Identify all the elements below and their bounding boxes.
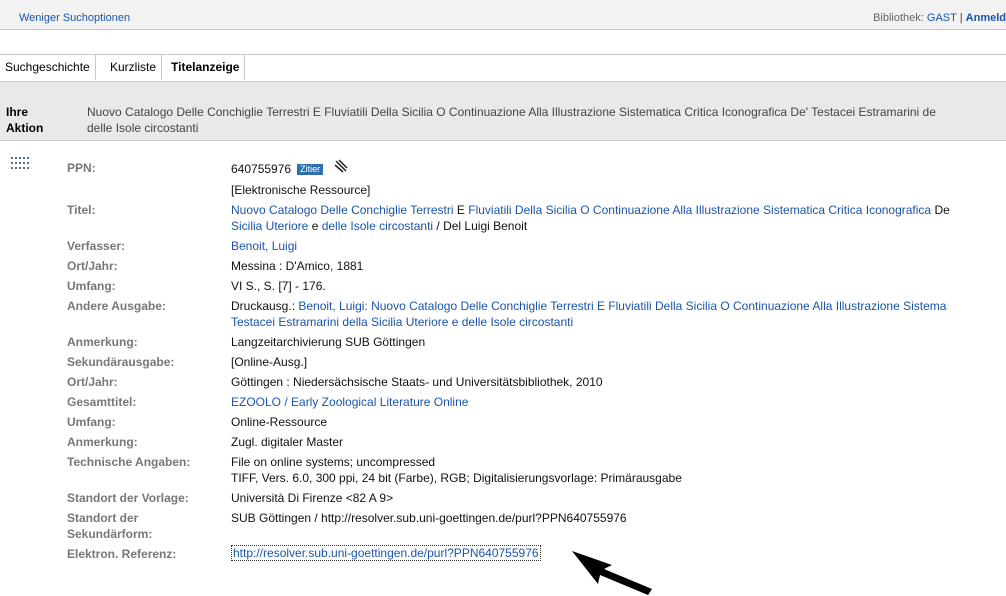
andere-ausgabe-value: Druckausg.: Benoit, Luigi: Nuovo Catalog… [231, 299, 947, 329]
titel-link-2[interactable]: Fluviatili Della Sicilia O Continuazione… [468, 203, 931, 217]
standort-vorlage-label: Standort der Vorlage: [67, 491, 189, 505]
library-info: Bibliothek: GAST | Anmeld [873, 12, 1006, 24]
titel-value: Nuovo Catalogo Delle Conchiglie Terrestr… [231, 203, 950, 233]
anmerkung-value: Langzeitarchivierung SUB Göttingen [231, 335, 426, 349]
cite-button[interactable]: Zitier [297, 164, 324, 175]
ortjahr-value: Messina : D'Amico, 1881 [231, 259, 364, 273]
ppn-value-row: 640755976 Zitier [231, 159, 348, 177]
titel-link-3[interactable]: Sicilia Uteriore [231, 219, 308, 233]
library-label: Bibliothek: [873, 12, 924, 24]
andere-ausgabe-link-2[interactable]: Testacei Estramarini della Sicilia Uteri… [231, 315, 573, 329]
anmerkung-label: Anmerkung: [67, 335, 138, 349]
verfasser-link[interactable]: Benoit, Luigi [231, 238, 297, 254]
top-bar: Weniger Suchoptionen Bibliothek: GAST | … [0, 0, 1006, 30]
elektron-referenz-value: http://resolver.sub.uni-goettingen.de/pu… [231, 545, 541, 561]
technische-angaben-label: Technische Angaben: [67, 455, 191, 469]
gesamttitel-label: Gesamttitel: [67, 395, 137, 409]
verfasser-label: Verfasser: [67, 239, 126, 253]
umfang2-value: Online-Ressource [231, 415, 328, 429]
titel-label: Titel: [67, 203, 96, 217]
ortjahr2-label: Ort/Jahr: [67, 375, 118, 389]
anmerkung2-label: Anmerkung: [67, 435, 138, 449]
ortjahr-label: Ort/Jahr: [67, 259, 118, 273]
fewer-search-options-link[interactable]: Weniger Suchoptionen [19, 12, 130, 24]
action-title: Nuovo Catalogo Delle Conchiglie Terrestr… [87, 105, 936, 135]
library-value-link[interactable]: GAST [927, 12, 957, 24]
ppn-type: [Elektronische Ressource] [231, 183, 371, 197]
your-action-label: Ihre Aktion [6, 105, 44, 135]
tab-short-list[interactable]: Kurzliste [105, 55, 163, 80]
login-link[interactable]: Anmeld [966, 12, 1006, 24]
action-bar: Ihre Aktion Nuovo Catalogo Delle Conchig… [0, 81, 1006, 141]
ppn-value: 640755976 [231, 162, 292, 176]
tab-search-history[interactable]: Suchgeschichte [0, 55, 96, 80]
elektron-referenz-label: Elektron. Referenz: [67, 547, 177, 561]
umfang2-label: Umfang: [67, 415, 116, 429]
separator: | [959, 12, 963, 24]
andere-ausgabe-link-1[interactable]: Benoit, Luigi: Nuovo Catalogo Delle Conc… [298, 299, 946, 313]
record-grid-icon[interactable] [10, 156, 30, 170]
elektron-referenz-link[interactable]: http://resolver.sub.uni-goettingen.de/pu… [231, 545, 541, 561]
sekundarausgabe-label: Sekundärausgabe: [67, 355, 175, 369]
anmerkung2-value: Zugl. digitaler Master [231, 435, 344, 449]
technische-angaben-value: File on online systems; uncompressed TIF… [231, 455, 682, 485]
umfang-value: VI S., S. [7] - 176. [231, 279, 326, 293]
tab-title-display[interactable]: Titelanzeige [166, 55, 246, 80]
sekundarausgabe-value: [Online-Ausg.] [231, 355, 308, 369]
titel-link-1[interactable]: Nuovo Catalogo Delle Conchiglie Terrestr… [231, 203, 454, 217]
gesamttitel-link[interactable]: EZOOLO / Early Zoological Literature Onl… [231, 394, 468, 410]
ortjahr2-value: Göttingen : Niedersächsische Staats- und… [231, 375, 603, 389]
andere-ausgabe-label: Andere Ausgabe: [67, 299, 166, 313]
ppn-label: PPN: [67, 161, 96, 175]
cite-cursor-icon [334, 159, 348, 173]
standort-sekundarform-value: SUB Göttingen / http://resolver.sub.uni-… [231, 511, 627, 525]
tab-bar: Suchgeschichte Kurzliste Titelanzeige [0, 54, 1006, 81]
umfang-label: Umfang: [67, 279, 116, 293]
standort-vorlage-value: Università Di Firenze <82 A 9> [231, 491, 394, 505]
titel-link-4[interactable]: delle Isole circostanti [322, 219, 433, 233]
pointer-arrow-icon [572, 551, 652, 595]
standort-sekundarform-label: Standort der Sekundärform: [67, 511, 153, 541]
